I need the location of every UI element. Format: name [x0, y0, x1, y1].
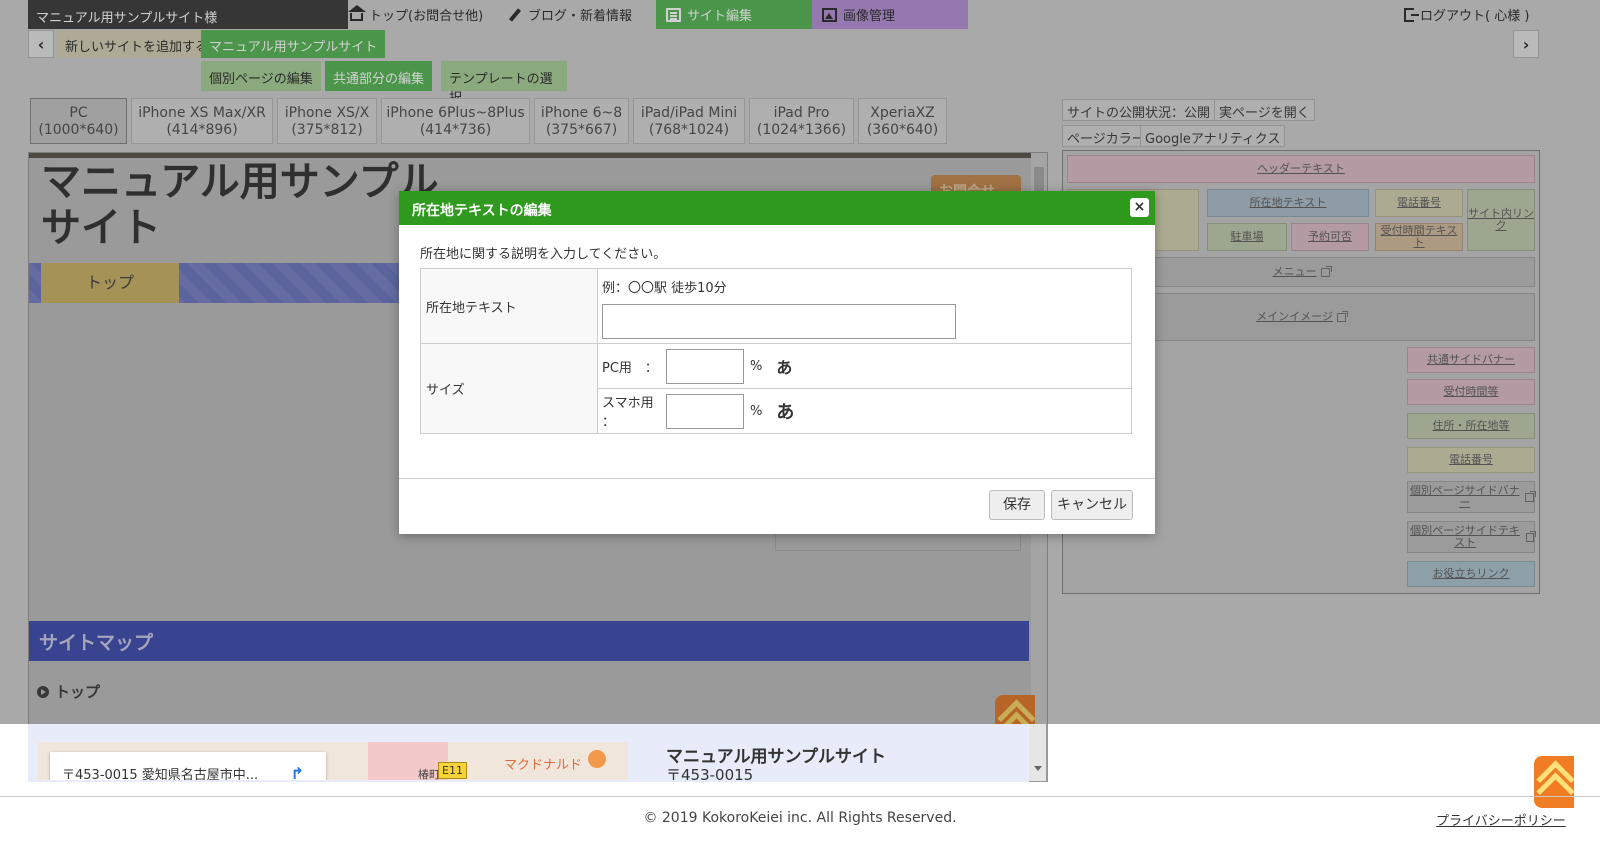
tab-individual-page[interactable]: 個別ページの編集 [201, 61, 321, 91]
dialog-footer-divider [399, 478, 1155, 479]
sp-percent-unit: % [750, 403, 763, 419]
address-label: 所在地テキスト [420, 268, 598, 344]
pc-size-sample: あ [776, 358, 793, 377]
block-reservation[interactable]: 予約可否 [1291, 223, 1369, 251]
tab-blog[interactable]: ブログ・新着情報 [498, 0, 642, 29]
block-phone-2[interactable]: 電話番号 [1407, 447, 1535, 473]
preview-info-name: マニュアル用サンプルサイト [666, 747, 886, 767]
device-tab-ipad[interactable]: iPad/iPad Mini (768*1024) [633, 98, 745, 144]
dialog-header: 所在地テキストの編集 × [399, 191, 1155, 225]
address-hint: 例：〇〇駅 徒歩10分 [602, 281, 727, 296]
sp-size-sample: あ [776, 402, 795, 423]
preview-map[interactable]: 〒453-0015 愛知県名古屋市中... ↱ 椿町 E11 マクドナルド [38, 742, 628, 780]
sp-size-input[interactable] [666, 393, 744, 429]
cancel-button[interactable]: キャンセル [1051, 490, 1133, 520]
block-site-link[interactable]: サイト内リンク [1467, 189, 1535, 251]
top-navigation: マニュアル用サンプルサイト様 トップ(お問合せ他) ブログ・新着情報 サイト編集… [0, 0, 1600, 29]
size-label: サイズ [420, 343, 598, 434]
block-reception-text[interactable]: 受付時間テキスト [1375, 223, 1463, 251]
sp-size-label: スマホ用 ： [602, 396, 654, 430]
tab-top[interactable]: トップ(お問合せ他) [340, 0, 493, 29]
map-poi-label: マクドナルド [504, 758, 583, 773]
pc-size-label: PC用 ： [602, 360, 658, 376]
add-site-button[interactable]: 新しいサイトを追加する [57, 30, 217, 58]
document-icon [666, 7, 681, 22]
preview-info-zip: 〒453-0015 [666, 766, 754, 780]
play-circle-icon [37, 685, 49, 698]
publish-status[interactable]: サイトの公開状況：公開 [1062, 99, 1216, 121]
scroll-down-arrow-icon[interactable] [1034, 766, 1042, 771]
external-link-icon [1525, 530, 1537, 542]
block-address-etc[interactable]: 住所・所在地等 [1407, 413, 1535, 439]
analytics-button[interactable]: Googleアナリティクス [1140, 125, 1286, 147]
block-common-side-banner[interactable]: 共通サイドバナー [1407, 347, 1535, 373]
privacy-policy-link[interactable]: プライバシーポリシー [1436, 810, 1566, 829]
map-highway-label: E11 [438, 762, 467, 779]
preview-sitemap-heading: サイトマップ [29, 621, 1029, 661]
restaurant-icon [588, 750, 606, 768]
device-tab-ipad-pro[interactable]: iPad Pro (1024*1366) [749, 98, 854, 144]
chevron-left-icon: ‹ [37, 34, 45, 54]
open-page-button[interactable]: 実ページを開く [1214, 99, 1315, 121]
footer-divider [0, 796, 1600, 797]
directions-icon[interactable]: ↱ [291, 764, 304, 780]
home-icon [348, 5, 366, 21]
preview-top-border [29, 153, 1033, 158]
external-link-icon [1320, 265, 1332, 277]
next-site-button[interactable]: › [1513, 30, 1539, 58]
device-tab-xperia[interactable]: XperiaXZ (360*640) [858, 98, 947, 144]
map-address-card: 〒453-0015 愛知県名古屋市中... ↱ [50, 752, 326, 780]
preview-nav-top: トップ [41, 263, 179, 303]
page-top-button[interactable] [1534, 756, 1574, 808]
external-link-icon [1525, 490, 1536, 502]
save-button[interactable]: 保存 [989, 490, 1045, 520]
close-icon[interactable]: × [1130, 198, 1149, 217]
tab-template-select[interactable]: テンプレートの選択 [441, 61, 567, 106]
tab-common-parts[interactable]: 共通部分の編集 [325, 61, 433, 91]
current-site-tab[interactable]: マニュアル用サンプルサイト [201, 30, 386, 58]
block-reception-hours[interactable]: 受付時間等 [1407, 379, 1535, 405]
address-text-input[interactable] [602, 304, 956, 339]
logout-button[interactable]: ログアウト( 心様 ) [1394, 0, 1539, 29]
prev-site-button[interactable]: ‹ [28, 30, 54, 58]
external-link-icon [1336, 310, 1348, 322]
map-town-label: 椿町 [418, 768, 440, 780]
device-tab-iphone-xs-max[interactable]: iPhone XS Max/XR (414*896) [131, 98, 273, 144]
block-page-side-banner[interactable]: 個別ページサイドバナー [1407, 481, 1536, 513]
block-header-text[interactable]: ヘッダーテキスト [1067, 155, 1535, 183]
preview-scrollbar-bottom[interactable] [1029, 724, 1047, 782]
block-useful-links[interactable]: お役立ちリンク [1407, 561, 1535, 587]
pen-icon [508, 7, 522, 22]
device-tab-iphone-plus[interactable]: iPhone 6Plus~8Plus (414*736) [381, 98, 530, 144]
tab-image-manager[interactable]: 画像管理 [812, 0, 968, 29]
device-tab-pc[interactable]: PC (1000*640) [30, 98, 127, 144]
preview-site-title: マニュアル用サンプルサイト [41, 159, 439, 251]
block-page-side-text[interactable]: 個別ページサイドテキスト [1407, 521, 1537, 553]
device-tab-iphone-xs[interactable]: iPhone XS/X (375*812) [277, 98, 377, 144]
copyright: © 2019 KokoroKeiei inc. All Rights Reser… [643, 810, 957, 826]
block-phone[interactable]: 電話番号 [1375, 189, 1463, 217]
chevron-right-icon: › [1522, 34, 1530, 54]
logout-icon [1404, 7, 1419, 22]
address-form-table: 所在地テキスト 例：〇〇駅 徒歩10分 サイズ PC用 ： % あ スマホ用 ： [420, 268, 1132, 434]
pc-percent-unit: % [750, 358, 763, 374]
dialog-title: 所在地テキストの編集 [412, 203, 552, 219]
page-color-button[interactable]: ページカラー [1062, 125, 1150, 147]
device-tab-iphone-6[interactable]: iPhone 6~8 (375*667) [534, 98, 629, 144]
pc-size-input[interactable] [666, 348, 744, 384]
block-parking[interactable]: 駐車場 [1207, 223, 1287, 251]
tab-site-edit[interactable]: サイト編集 [656, 0, 812, 29]
address-text-edit-dialog: 所在地テキストの編集 × 所在地に関する説明を入力してください。 所在地テキスト… [399, 191, 1155, 534]
image-icon [822, 7, 837, 22]
preview-sitemap-top: トップ [37, 681, 100, 702]
site-name: マニュアル用サンプルサイト様 [28, 0, 348, 29]
dialog-description: 所在地に関する説明を入力してください。 [420, 247, 667, 262]
block-address-text[interactable]: 所在地テキスト [1207, 189, 1369, 217]
